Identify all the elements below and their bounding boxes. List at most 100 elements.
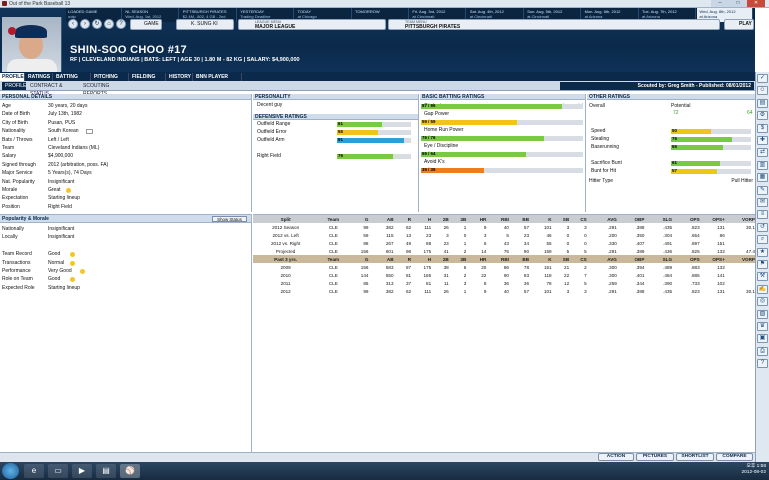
save-icon[interactable]: ▣: [757, 334, 768, 344]
ootp-task-icon[interactable]: ⚾: [120, 464, 140, 478]
minimize-button[interactable]: –: [711, 0, 729, 7]
defensive-rating-value: 61: [338, 121, 343, 126]
trophy-icon[interactable]: ♛: [757, 322, 768, 331]
chart-icon[interactable]: ▥: [757, 160, 768, 170]
show-status-button[interactable]: Show Status: [212, 216, 247, 222]
stats-col-header: SLG: [662, 216, 673, 222]
stats-cell: 111: [424, 224, 432, 230]
personal-row-value: Pusan, PUS: [48, 119, 76, 126]
flag-icon[interactable]: ⚑: [757, 260, 768, 269]
other-rating-fill: [671, 144, 723, 150]
stats-cell: 31: [443, 272, 449, 278]
stats-cell: 86: [503, 264, 509, 270]
tab-history[interactable]: HISTORY: [167, 73, 193, 81]
home-icon[interactable]: ⌂: [104, 19, 114, 29]
stats-cell: 90: [503, 272, 509, 278]
stats-cell: 8: [483, 280, 487, 286]
stats-cell: 3: [566, 288, 570, 294]
tools-icon[interactable]: ⚒: [757, 272, 768, 282]
stadium-icon[interactable]: ◎: [757, 297, 768, 307]
stats-col-header: RBI: [501, 256, 509, 262]
stats-cell: .825: [690, 248, 700, 254]
close-button[interactable]: ✕: [747, 0, 765, 7]
popularity-row: Expected Role Starting lineup: [0, 284, 251, 292]
stats-cell: 9: [483, 288, 487, 294]
clock-date: 2012-08-02: [741, 470, 766, 475]
trade-icon[interactable]: ⇄: [757, 148, 768, 158]
batting-rating-value: 59 / 59: [422, 119, 436, 124]
folder-icon[interactable]: ▭: [48, 464, 68, 478]
stats-cell: .435: [663, 224, 673, 230]
stats-cell: [725, 239, 755, 247]
medical-icon[interactable]: ✚: [757, 136, 768, 145]
personal-details-panel: PERSONAL DETAILS Age 30 years, 20 days Dat…: [0, 94, 252, 212]
pictures-button[interactable]: PICTURES: [636, 453, 674, 461]
tab-fielding-stats[interactable]: FIELDING STATS: [130, 73, 166, 88]
refresh-icon[interactable]: ↻: [92, 19, 102, 29]
stats-cell: .350: [635, 232, 645, 238]
report-icon[interactable]: ▤: [757, 98, 768, 108]
popularity-row-value: Normal: [48, 259, 65, 266]
stats-cell: 267: [385, 240, 394, 246]
news-icon[interactable]: ✎: [757, 185, 768, 195]
tab-bnn-player-page[interactable]: BNN PLAYER PAGE: [194, 73, 242, 88]
stats-row: 2010 CLE 144 550 81 165 31 2 22 90 83 118 22 7.300.40…: [253, 271, 755, 279]
stats-icon[interactable]: ▧: [757, 309, 768, 319]
subtab-profile[interactable]: PROFILE: [2, 82, 26, 90]
personal-row: Bats / Throws Left / Left: [0, 136, 251, 144]
stats-cell: 99: [363, 288, 369, 294]
stats-cell: 86: [719, 232, 725, 238]
forward-icon[interactable]: ›: [80, 19, 90, 29]
team-menu-dropdown[interactable]: TEAM MENU PITTSBURGH PIRATES: [388, 19, 720, 30]
stats-col-header: OBP: [634, 216, 645, 222]
list-icon[interactable]: ≡: [757, 210, 768, 220]
check-icon[interactable]: ✓: [757, 74, 768, 83]
league-menu-dropdown[interactable]: LEAGUE MENU MAJOR LEAGUE: [238, 19, 386, 30]
compare-button[interactable]: COMPARE: [716, 453, 753, 461]
browser-icon[interactable]: e: [24, 464, 44, 478]
shortlist-button[interactable]: SHORTLIST: [676, 453, 714, 461]
start-icon[interactable]: [2, 463, 19, 479]
back-icon[interactable]: ‹: [68, 19, 78, 29]
stats-cell: [725, 263, 755, 271]
play-button[interactable]: PLAY: [724, 19, 754, 30]
other-rating: Sacrifice Bunt 61: [587, 159, 755, 167]
tab-ratings[interactable]: RATINGS: [26, 73, 53, 81]
person-icon[interactable]: ☺: [757, 86, 768, 96]
maximize-button[interactable]: □: [729, 0, 747, 7]
game-button[interactable]: GAME: [130, 19, 162, 30]
stats-col-header: H: [427, 256, 432, 262]
document-icon[interactable]: ▤: [96, 464, 116, 478]
team-menu-value: PITTSBURGH PIRATES: [405, 24, 461, 30]
batting-rating-label: Avoid K's: [424, 159, 445, 165]
subtab-contract-status[interactable]: CONTRACT & STATUS: [27, 82, 79, 97]
stats-cell: 6: [483, 240, 487, 246]
stats-col-header: OPS+: [712, 216, 725, 222]
star-icon[interactable]: ★: [757, 247, 768, 257]
search-icon[interactable]: ⌕: [757, 235, 768, 245]
flag-icon: [86, 129, 93, 135]
stats-cell: 88: [363, 240, 369, 246]
notes-icon[interactable]: ✍: [757, 284, 768, 294]
gear-icon[interactable]: ⚙: [757, 111, 768, 121]
calendar-icon[interactable]: ▦: [757, 173, 768, 183]
overall-value: 72: [673, 110, 679, 116]
tab-batting-stats[interactable]: BATTING STATS: [54, 73, 91, 88]
print-icon[interactable]: ⎙: [757, 346, 768, 356]
batting-rating-track: [421, 167, 583, 173]
personal-row-value: Insignificant: [48, 178, 75, 185]
stats-cell: 1: [463, 288, 467, 294]
other-rating-label: Speed: [591, 128, 606, 134]
tab-pitching-stats[interactable]: PITCHING STATS: [92, 73, 129, 88]
tab-profile[interactable]: PROFILE: [0, 73, 25, 81]
subtab-scouting-reports[interactable]: SCOUTING REPORTS: [80, 82, 126, 97]
action-button[interactable]: ACTION: [598, 453, 634, 461]
help-icon[interactable]: ?: [116, 19, 126, 29]
money-icon[interactable]: $: [757, 123, 768, 133]
mail-icon[interactable]: ✉: [757, 198, 768, 207]
history-icon[interactable]: ↺: [757, 222, 768, 232]
player-select-dropdown[interactable]: K. SUNG KI: [176, 19, 234, 30]
personal-row-label: Age: [2, 103, 11, 109]
media-icon[interactable]: ▶: [72, 464, 92, 478]
help-icon[interactable]: ?: [757, 359, 768, 369]
